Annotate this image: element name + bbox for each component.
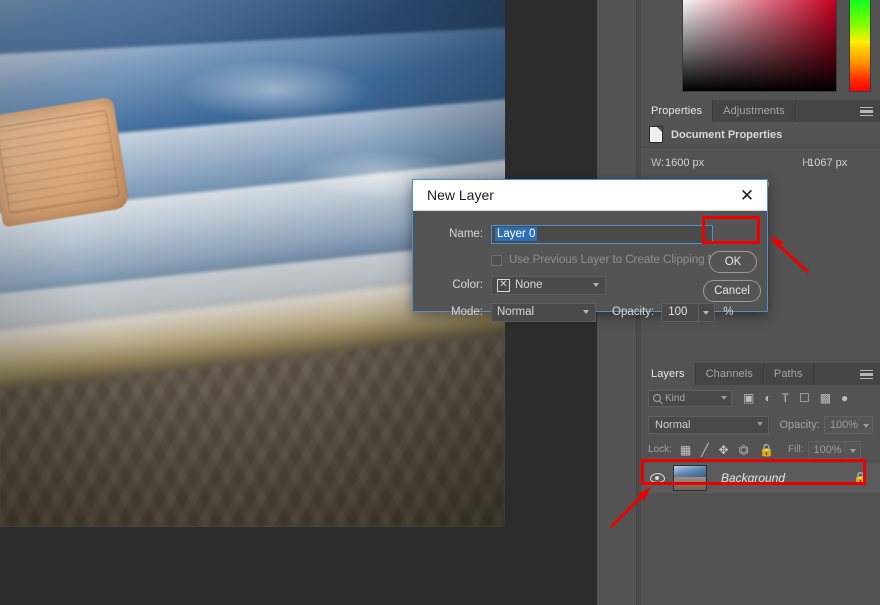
clipping-mask-label: Use Previous Layer to Create Clipping Ma… — [509, 254, 736, 266]
chevron-down-icon — [703, 310, 710, 315]
smart-object-filter-icon[interactable]: ▩ — [820, 392, 831, 404]
opacity-stepper[interactable] — [699, 302, 716, 322]
chevron-down-icon — [721, 395, 727, 400]
type-filter-icon[interactable]: T — [782, 392, 789, 404]
width-value[interactable]: 1600 px — [665, 157, 704, 169]
dialog-body: Name: Layer 0 Use Previous Layer to Crea… — [413, 211, 767, 322]
name-row: Name: Layer 0 — [413, 223, 767, 245]
layer-filter-row: Kind ▣ ◐ T ☐ ▩ ● — [641, 385, 880, 411]
dialog-title: New Layer — [427, 187, 494, 203]
height-label: H: — [802, 157, 814, 169]
blend-mode-row: Normal Opacity: 100% — [641, 413, 880, 437]
pixel-filter-icon[interactable]: ▣ — [743, 392, 754, 404]
tab-paths-label: Paths — [773, 368, 803, 380]
layer-name-input[interactable]: Layer 0 — [491, 224, 713, 244]
opacity-input[interactable]: 100 — [661, 302, 700, 322]
shape-filter-icon[interactable]: ☐ — [799, 392, 810, 404]
layer-name-input-value: Layer 0 — [495, 227, 538, 241]
mode-label: Mode: — [451, 306, 483, 318]
document-size-row: W: 1600 px H: 1067 px — [641, 152, 880, 174]
no-color-icon: ✕ — [497, 278, 510, 292]
blend-mode-select[interactable]: Normal — [648, 416, 770, 434]
thumbnail-floor — [674, 477, 706, 490]
width-label: W: — [651, 157, 665, 169]
tab-adjustments[interactable]: Adjustments — [713, 100, 796, 122]
lock-icon-group: ▦ ╱ ✥ ⏣ 🔒 — [680, 444, 774, 456]
document-properties-header: Document Properties — [641, 122, 880, 148]
document-icon — [649, 126, 663, 143]
photoshop-window: Properties Adjustments Document Properti… — [0, 0, 880, 605]
saturation-brightness-square-icon[interactable] — [682, 0, 837, 92]
lock-row: Lock: ▦ ╱ ✥ ⏣ 🔒 Fill: 100% — [641, 439, 880, 461]
tab-adjustments-label: Adjustments — [723, 105, 785, 117]
layers-opacity-label: Opacity: — [779, 419, 820, 431]
filter-icon-group: ▣ ◐ T ☐ ▩ ● — [743, 392, 848, 404]
lock-icon[interactable]: 🔒 — [853, 471, 868, 485]
layers-panel: Layers Channels Paths Kind ▣ ◐ T ☐ ▩ ● N… — [641, 363, 880, 605]
lock-position-icon[interactable]: ✥ — [718, 444, 728, 456]
layer-thumbnail[interactable] — [673, 465, 707, 491]
chevron-down-icon — [849, 448, 856, 453]
chevron-down-icon — [593, 282, 599, 287]
lock-image-pixels-icon[interactable]: ╱ — [701, 444, 708, 456]
tab-layers-label: Layers — [651, 368, 685, 380]
color-picker-panel — [641, 0, 880, 100]
close-icon[interactable]: ✕ — [737, 185, 757, 205]
blend-mode-select-dialog[interactable]: Normal — [491, 302, 596, 322]
ok-button[interactable]: OK — [709, 251, 757, 273]
layers-opacity-stepper[interactable] — [859, 416, 873, 434]
filter-toggle-icon[interactable]: ● — [841, 392, 848, 404]
adjustment-filter-icon[interactable]: ◐ — [764, 392, 771, 404]
mode-row: Mode: Normal Opacity: 100 % — [413, 301, 767, 323]
dialog-titlebar: New Layer ✕ — [413, 180, 767, 211]
name-label: Name: — [449, 228, 483, 240]
fill-label: Fill: — [787, 444, 804, 455]
lock-label: Lock: — [648, 444, 672, 455]
opacity-label: Opacity: — [612, 306, 655, 318]
tab-properties[interactable]: Properties — [641, 100, 714, 122]
lock-transparent-pixels-icon[interactable]: ▦ — [680, 444, 691, 456]
tab-channels-label: Channels — [705, 368, 753, 380]
lock-all-icon[interactable]: 🔒 — [759, 444, 774, 456]
filter-kind-select[interactable]: Kind — [648, 389, 732, 407]
layer-color-value: None — [515, 279, 543, 291]
properties-tabbar: Properties Adjustments — [641, 100, 880, 122]
lock-artboard-nesting-icon[interactable]: ⏣ — [739, 444, 749, 456]
layers-tabbar: Layers Channels Paths — [641, 363, 880, 385]
blend-mode-value: Normal — [655, 419, 691, 431]
layers-panel-menu-icon[interactable] — [860, 370, 873, 379]
chevron-down-icon — [863, 424, 870, 428]
properties-panel-menu-icon[interactable] — [860, 107, 873, 116]
eye-icon — [649, 473, 665, 483]
clipping-mask-checkbox[interactable] — [491, 254, 502, 266]
table-row[interactable]: Background 🔒 — [641, 463, 880, 493]
search-icon — [653, 394, 661, 402]
color-label: Color: — [452, 279, 483, 291]
opacity-unit: % — [723, 306, 734, 318]
tab-paths[interactable]: Paths — [763, 363, 814, 385]
height-value[interactable]: 1067 px — [808, 157, 847, 169]
cancel-button[interactable]: Cancel — [703, 280, 761, 302]
fill-stepper[interactable] — [845, 440, 861, 459]
chevron-down-icon — [757, 422, 764, 426]
tab-channels[interactable]: Channels — [695, 363, 764, 385]
fill-value[interactable]: 100% — [807, 440, 846, 459]
new-layer-dialog[interactable]: New Layer ✕ Name: Layer 0 Use Previous L… — [412, 179, 768, 322]
tab-layers[interactable]: Layers — [641, 363, 696, 385]
layers-opacity-value[interactable]: 100% — [823, 416, 860, 434]
blend-mode-value-dialog: Normal — [497, 306, 535, 318]
layer-visibility-toggle[interactable] — [641, 473, 673, 483]
filter-kind-label: Kind — [665, 392, 686, 404]
tab-properties-label: Properties — [651, 105, 703, 117]
layer-color-select[interactable]: ✕ None — [491, 275, 606, 295]
hue-slider-icon[interactable] — [849, 0, 871, 92]
layer-name-label[interactable]: Background — [721, 471, 785, 485]
chevron-down-icon — [583, 309, 589, 314]
document-properties-title: Document Properties — [671, 128, 783, 141]
